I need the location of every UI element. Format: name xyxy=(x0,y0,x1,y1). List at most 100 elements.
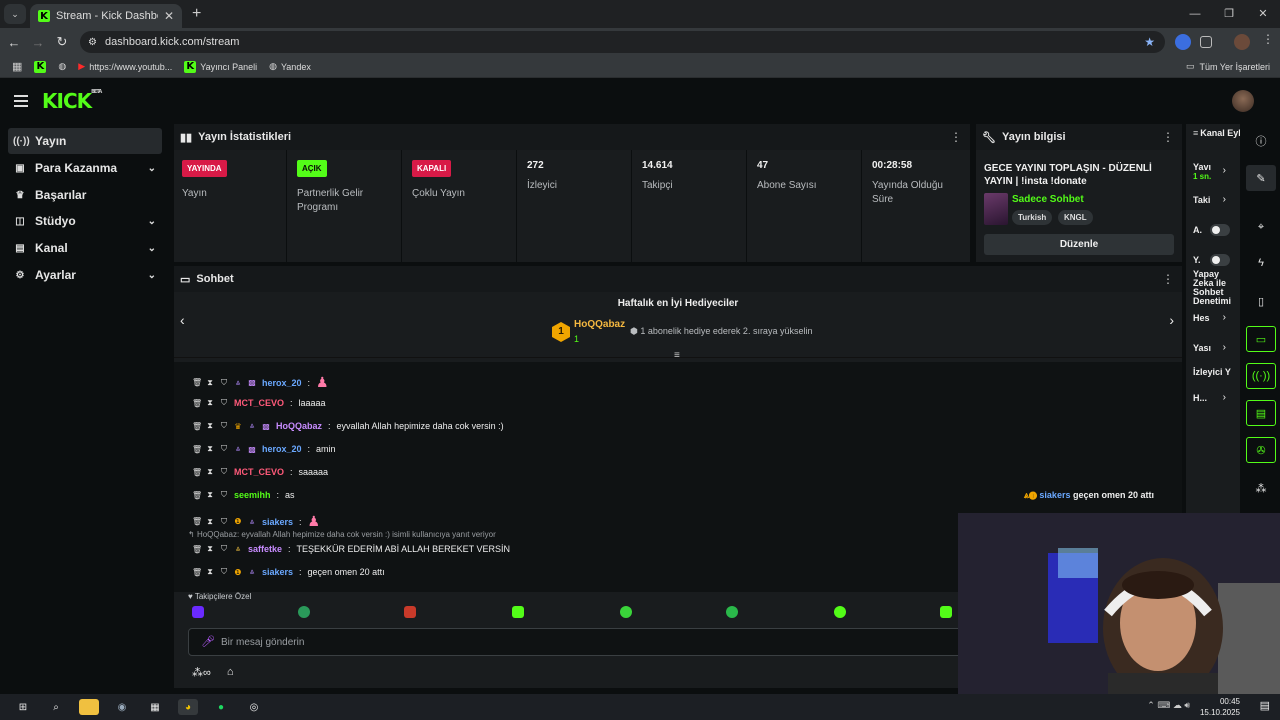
toggle-switch[interactable] xyxy=(1210,224,1230,236)
site-info-icon[interactable]: ⚙ xyxy=(88,37,97,48)
file-explorer-icon[interactable] xyxy=(79,699,99,715)
edit-pencil-icon[interactable]: ✎ xyxy=(1246,165,1276,191)
windows-start-icon[interactable]: ⊞ xyxy=(13,699,33,715)
delete-icon[interactable]: 🗑︎ xyxy=(192,378,202,387)
server-icon[interactable]: ▤ xyxy=(1246,400,1276,426)
share-icon[interactable]: ⁂ xyxy=(1246,475,1276,501)
tab-search-button[interactable]: ⌄ xyxy=(4,4,26,24)
sidebar-item-channel[interactable]: ▤ Kanal ⌄ xyxy=(8,235,162,261)
timeout-icon[interactable]: ⧗ xyxy=(206,421,214,431)
browser-menu-icon[interactable]: ⋮ xyxy=(1262,32,1278,48)
delete-icon[interactable]: 🗑︎ xyxy=(192,568,202,577)
delete-icon[interactable]: 🗑︎ xyxy=(192,468,202,477)
info-icon[interactable]: ⓘ xyxy=(1246,128,1276,154)
extension-icon[interactable] xyxy=(1175,34,1191,50)
chat-bubble-icon[interactable]: ▭ xyxy=(1246,326,1276,352)
close-window-button[interactable]: ✕ xyxy=(1246,0,1280,28)
ban-icon[interactable]: ⛉ xyxy=(220,567,228,577)
ban-icon[interactable]: ⛉ xyxy=(220,378,228,388)
stream-info-menu-icon[interactable]: ⋮ xyxy=(1162,130,1174,144)
emote-button[interactable] xyxy=(834,606,846,618)
sidebar-item-studio[interactable]: ◫ Stüdyo ⌄ xyxy=(8,208,162,234)
chrome-icon[interactable]: ◕ xyxy=(178,699,198,715)
stats-menu-icon[interactable]: ⋮ xyxy=(950,130,962,144)
share-infinity-icon[interactable]: ⁂∞ xyxy=(192,666,211,679)
timeout-icon[interactable]: ⧗ xyxy=(206,517,214,527)
extensions-puzzle-icon[interactable] xyxy=(1200,36,1212,48)
reload-button[interactable]: ↻ xyxy=(50,34,74,50)
top-gifter-name[interactable]: HoQQabaz xyxy=(574,319,625,330)
search-icon[interactable]: ⌕ xyxy=(46,699,66,715)
app-icon[interactable]: ◎ xyxy=(244,699,264,715)
emote-button[interactable] xyxy=(404,606,416,618)
sidebar-item-stream[interactable]: ((·)) Yayın xyxy=(8,128,162,154)
steam-icon[interactable]: ◉ xyxy=(112,699,132,715)
timeout-icon[interactable]: ⧗ xyxy=(206,490,214,500)
emote-button[interactable] xyxy=(940,606,952,618)
channel-action-row[interactable]: Hes xyxy=(1193,313,1210,323)
wrench-icon[interactable]: ✇ xyxy=(1246,437,1276,463)
document-icon[interactable]: ▯ xyxy=(1246,288,1276,314)
timeout-icon[interactable]: ⧗ xyxy=(206,544,214,554)
target-icon[interactable]: ⌖ xyxy=(1246,214,1276,240)
timeout-icon[interactable]: ⧗ xyxy=(206,444,214,454)
timeout-icon[interactable]: ⧗ xyxy=(206,378,214,388)
bookmark-youtube[interactable]: ▶ https://www.youtub... xyxy=(78,61,172,72)
chat-message-input[interactable]: 🎤︎ Bir mesaj gönderin xyxy=(188,628,968,656)
pinned-message[interactable]: ⩓❶ siakers geçen omen 20 attı xyxy=(1024,490,1154,501)
spotify-icon[interactable]: ● xyxy=(211,699,231,715)
toggle-switch[interactable] xyxy=(1210,254,1230,266)
sidebar-item-achievements[interactable]: ♛ Başarılar xyxy=(8,182,162,208)
category-name[interactable]: Sadece Sohbet xyxy=(1012,194,1084,205)
ban-icon[interactable]: ⛉ xyxy=(220,490,228,500)
emote-button[interactable] xyxy=(298,606,310,618)
chat-menu-icon[interactable]: ⋮ xyxy=(1162,272,1174,286)
channel-action-row[interactable]: Taki xyxy=(1193,195,1210,205)
channel-action-row[interactable]: Yası xyxy=(1193,343,1211,353)
bookmark-kick[interactable]: K xyxy=(34,60,47,73)
bookmark-globe[interactable]: ◍ xyxy=(58,61,66,72)
broadcast-icon[interactable]: ((·)) xyxy=(1246,363,1276,389)
all-bookmarks-button[interactable]: ▭ Tüm Yer İşaretleri xyxy=(1186,61,1270,72)
ban-icon[interactable]: ⛉ xyxy=(220,398,228,408)
channel-action-row[interactable]: H... xyxy=(1193,393,1207,403)
collapse-icon[interactable]: ≡ xyxy=(674,350,680,361)
emote-button[interactable] xyxy=(726,606,738,618)
lightning-icon[interactable]: ϟ xyxy=(1246,250,1276,276)
edit-stream-button[interactable]: Düzenle xyxy=(984,234,1174,255)
ban-icon[interactable]: ⛉ xyxy=(220,444,228,454)
timeout-icon[interactable]: ⧗ xyxy=(206,567,214,577)
timeout-icon[interactable]: ⧗ xyxy=(206,467,214,477)
minimize-button[interactable]: — xyxy=(1178,0,1212,28)
delete-icon[interactable]: 🗑︎ xyxy=(192,422,202,431)
profile-avatar[interactable] xyxy=(1234,34,1250,50)
ban-icon[interactable]: ⛉ xyxy=(220,544,228,554)
channel-action-row[interactable]: İzleyici Y xyxy=(1193,367,1231,377)
delete-icon[interactable]: 🗑︎ xyxy=(192,445,202,454)
chevron-right-icon[interactable]: › xyxy=(1169,312,1174,328)
delete-icon[interactable]: 🗑︎ xyxy=(192,517,202,526)
browser-tab[interactable]: K Stream - Kick Dashboard ✕ xyxy=(30,4,182,28)
bookmark-star-icon[interactable]: ★ xyxy=(1144,35,1155,49)
chevron-left-icon[interactable]: ‹ xyxy=(180,312,185,328)
channel-action-row[interactable]: Yavı xyxy=(1193,162,1211,172)
notification-icon[interactable]: ▤ xyxy=(1260,699,1270,712)
user-avatar[interactable] xyxy=(1232,90,1254,112)
new-tab-button[interactable]: + xyxy=(192,5,201,23)
emote-button[interactable] xyxy=(620,606,632,618)
delete-icon[interactable]: 🗑︎ xyxy=(192,491,202,500)
bookmark-yandex[interactable]: ◍ Yandex xyxy=(269,61,311,72)
system-tray-icons[interactable]: ⌃ ⌨ ☁ 🔊︎ xyxy=(1147,700,1190,711)
ban-icon[interactable]: ⛉ xyxy=(220,517,228,527)
store-icon[interactable]: ▦ xyxy=(145,699,165,715)
emote-button[interactable] xyxy=(192,606,204,618)
emote-button[interactable] xyxy=(512,606,524,618)
forward-button[interactable]: → xyxy=(26,35,50,50)
timeout-icon[interactable]: ⧗ xyxy=(206,398,214,408)
ban-icon[interactable]: ⛉ xyxy=(220,467,228,477)
kick-logo[interactable]: KICKBETA xyxy=(42,89,102,113)
delete-icon[interactable]: 🗑︎ xyxy=(192,399,202,408)
tab-close-icon[interactable]: ✕ xyxy=(164,9,174,23)
sidebar-item-settings[interactable]: ⚙ Ayarlar ⌄ xyxy=(8,262,162,288)
restore-button[interactable]: ❐ xyxy=(1212,0,1246,28)
